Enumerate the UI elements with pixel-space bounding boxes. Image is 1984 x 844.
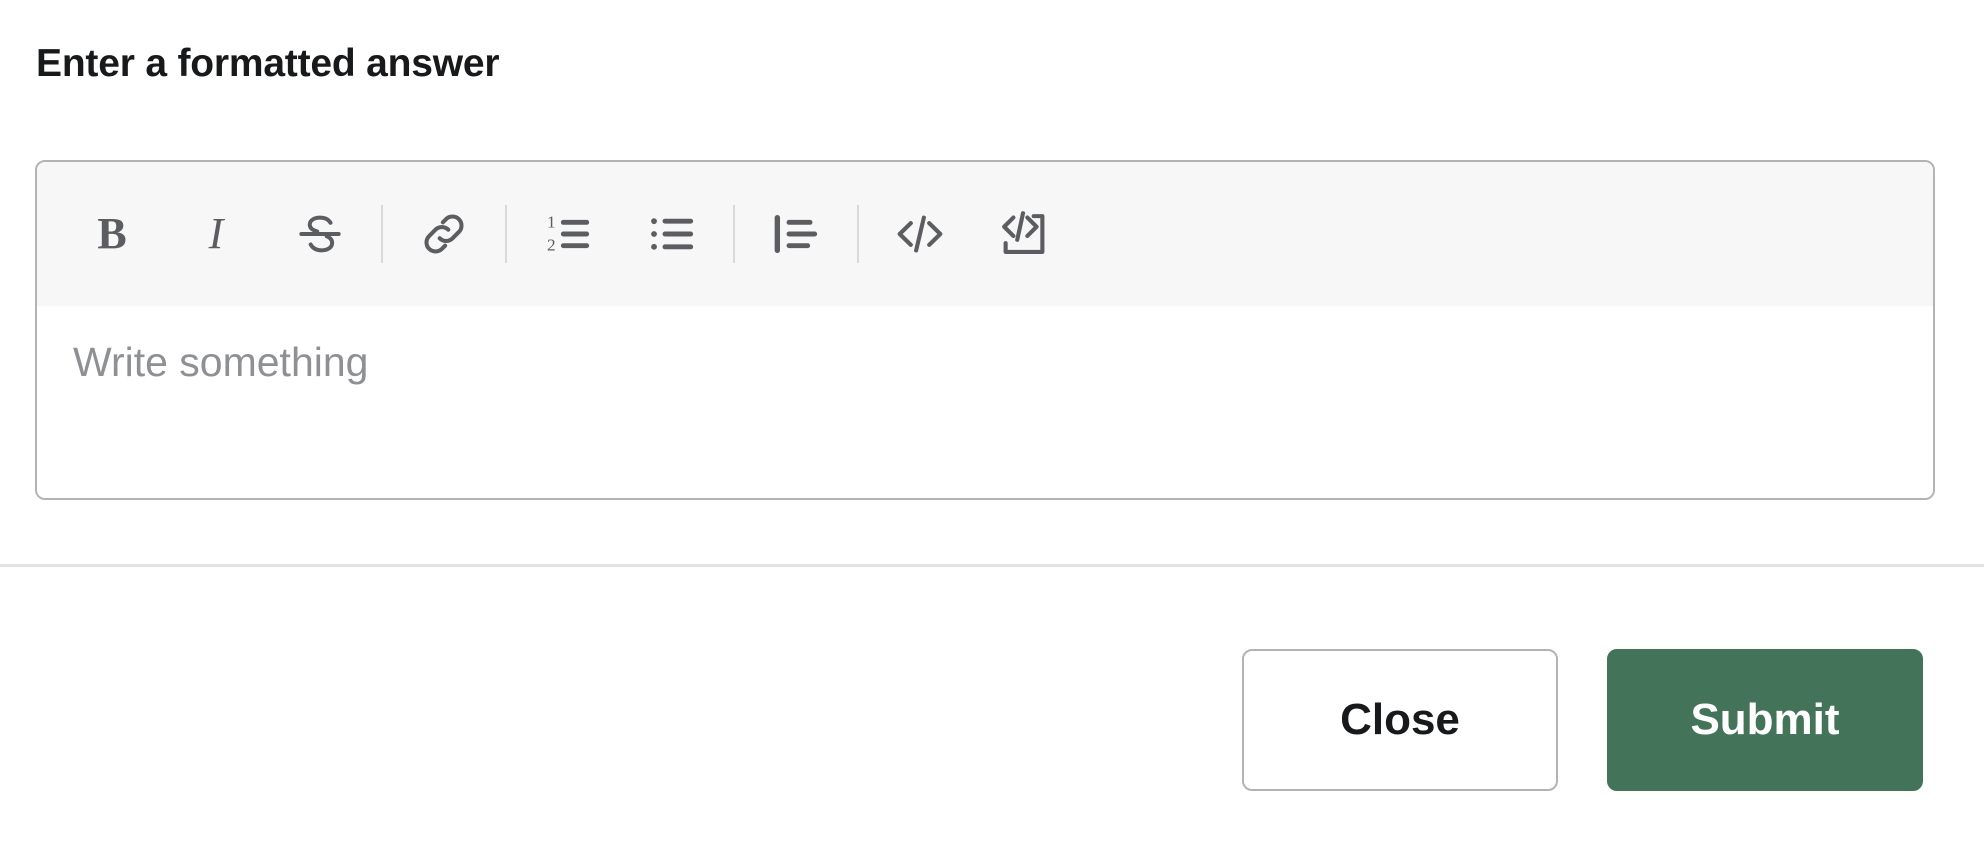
svg-text:1: 1 bbox=[547, 213, 556, 232]
ordered-list-button[interactable]: 1 2 bbox=[529, 195, 607, 273]
footer-divider bbox=[0, 564, 1984, 567]
rich-text-editor: B I 1 2 Write something bbox=[35, 160, 1935, 500]
bullet-list-icon bbox=[644, 206, 700, 262]
strikethrough-button[interactable] bbox=[281, 195, 359, 273]
toolbar-divider bbox=[733, 205, 735, 263]
blockquote-button[interactable] bbox=[757, 195, 835, 273]
formatted-answer-dialog: Enter a formatted answer B I 1 2 Write s… bbox=[0, 0, 1984, 844]
toolbar-divider bbox=[857, 205, 859, 263]
code-block-icon bbox=[995, 205, 1053, 263]
bold-button[interactable]: B bbox=[73, 195, 151, 273]
link-button[interactable] bbox=[405, 195, 483, 273]
bold-icon: B bbox=[97, 209, 127, 258]
italic-button[interactable]: I bbox=[177, 195, 255, 273]
editor-placeholder: Write something bbox=[73, 339, 369, 385]
code-icon bbox=[891, 205, 949, 263]
close-button[interactable]: Close bbox=[1242, 649, 1558, 791]
page-title: Enter a formatted answer bbox=[36, 42, 500, 85]
inline-code-button[interactable] bbox=[881, 195, 959, 273]
strikethrough-icon bbox=[292, 206, 348, 262]
code-block-button[interactable] bbox=[985, 195, 1063, 273]
bullet-list-button[interactable] bbox=[633, 195, 711, 273]
dialog-actions: Close Submit bbox=[1242, 649, 1923, 791]
link-icon bbox=[417, 207, 471, 261]
toolbar-divider bbox=[505, 205, 507, 263]
toolbar-divider bbox=[381, 205, 383, 263]
ordered-list-icon: 1 2 bbox=[540, 206, 596, 262]
svg-text:2: 2 bbox=[547, 235, 556, 254]
editor-text-area[interactable]: Write something bbox=[37, 306, 1933, 498]
italic-icon: I bbox=[208, 209, 224, 258]
editor-toolbar: B I 1 2 bbox=[37, 162, 1933, 306]
submit-button[interactable]: Submit bbox=[1607, 649, 1923, 791]
blockquote-icon bbox=[768, 206, 824, 262]
